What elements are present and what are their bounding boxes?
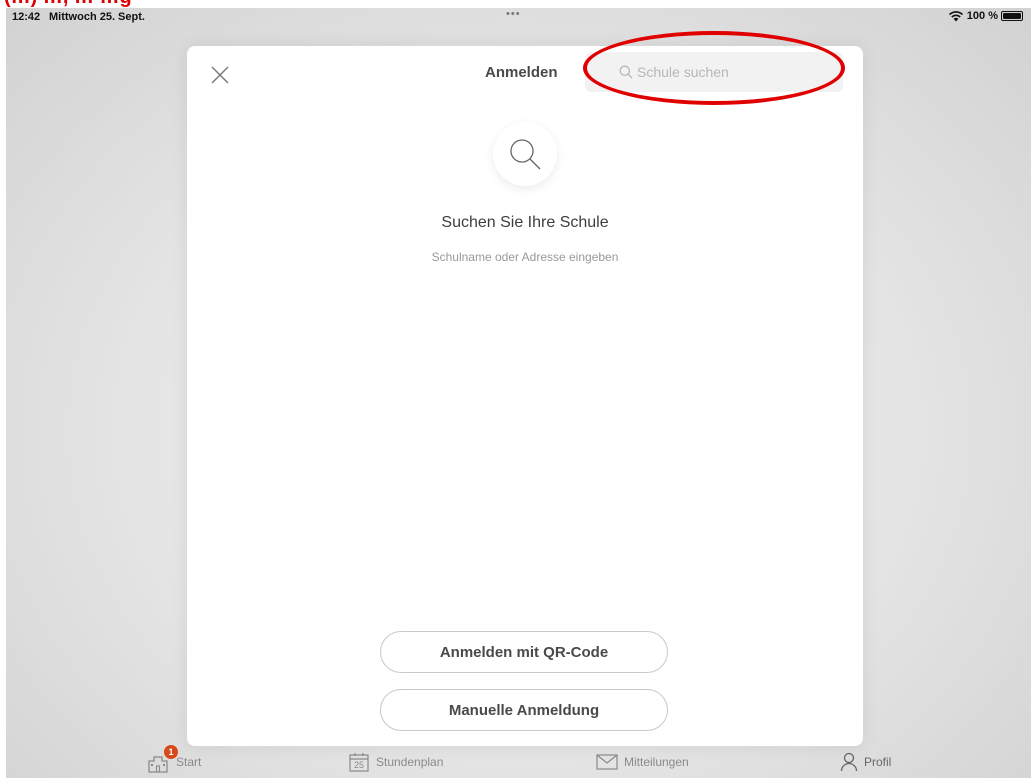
manual-login-button[interactable]: Manuelle Anmeldung xyxy=(380,689,668,731)
calendar-icon: 25 xyxy=(348,751,370,773)
person-icon xyxy=(840,752,858,772)
modal-title: Anmelden xyxy=(485,64,558,81)
annotation-strip: (…) …, … …g xyxy=(0,0,1031,8)
tab-stundenplan[interactable]: 25 Stundenplan xyxy=(348,746,443,778)
login-modal: Anmelden Suchen Sie Ihre Schule Schulnam… xyxy=(187,46,863,746)
close-button[interactable] xyxy=(207,62,233,88)
status-indicators: 100 % xyxy=(948,10,1023,22)
notification-badge: 1 xyxy=(164,745,178,759)
tab-mitteilungen[interactable]: Mitteilungen xyxy=(596,746,689,778)
tab-label: Profil xyxy=(864,755,892,769)
hero-search-badge xyxy=(493,122,557,186)
battery-percent: 100 % xyxy=(966,10,998,22)
status-bar: 12:42 Mittwoch 25. Sept. ••• 100 % xyxy=(6,8,1031,26)
battery-icon xyxy=(1001,11,1023,21)
hero-subtitle: Schulname oder Adresse eingeben xyxy=(431,250,619,264)
tab-bar: 1 Start 25 Stundenplan Mitteilungen Prof… xyxy=(6,745,1031,778)
school-search-box[interactable] xyxy=(585,52,843,92)
status-date: Mittwoch 25. Sept. xyxy=(49,11,145,23)
school-search-input[interactable] xyxy=(637,57,843,87)
mail-icon xyxy=(596,754,618,770)
close-icon xyxy=(211,66,229,84)
search-icon xyxy=(619,65,633,79)
tab-profil[interactable]: Profil xyxy=(840,746,891,778)
tab-label: Start xyxy=(176,755,202,769)
annotation-heading: (…) …, … …g xyxy=(4,0,132,8)
tab-start[interactable]: 1 Start xyxy=(146,745,202,778)
status-time: 12:42 xyxy=(12,11,41,23)
hero-title: Suchen Sie Ihre Schule xyxy=(441,214,609,231)
wifi-icon xyxy=(948,11,963,22)
school-icon: 1 xyxy=(146,745,178,773)
tab-label: Mitteilungen xyxy=(624,755,689,769)
qr-login-button[interactable]: Anmelden mit QR-Code xyxy=(380,631,668,673)
search-icon xyxy=(510,139,541,170)
multitasking-handle[interactable]: ••• xyxy=(506,8,521,20)
calendar-day: 25 xyxy=(353,760,364,770)
tab-label: Stundenplan xyxy=(376,755,444,769)
